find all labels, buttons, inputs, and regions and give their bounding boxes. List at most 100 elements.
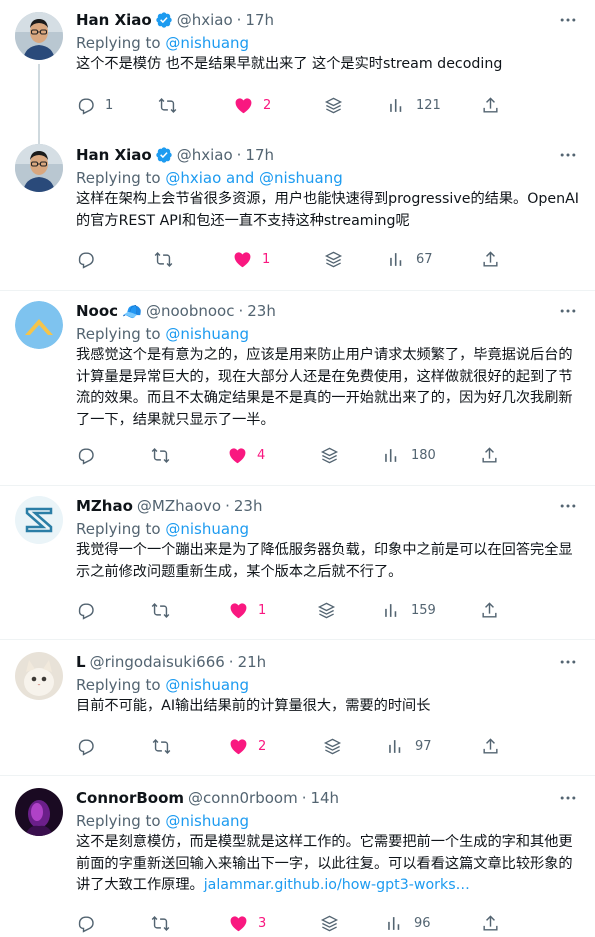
reply-icon (78, 738, 94, 756)
like-button[interactable]: 2 (229, 736, 266, 756)
like-button[interactable]: 1 (233, 249, 270, 269)
more-options-icon[interactable] (557, 10, 579, 30)
retweet-button[interactable] (152, 736, 181, 756)
timestamp[interactable]: 17h (245, 146, 274, 164)
handle[interactable]: @conn0rboom (188, 789, 298, 807)
retweet-button[interactable] (151, 445, 180, 465)
avatar[interactable] (15, 144, 63, 192)
tweet-text: 这样在架构上会节省很多资源，用户也能快速得到progressive的结果。Ope… (76, 191, 579, 229)
share-button[interactable] (481, 249, 500, 269)
handle[interactable]: @hxiao (177, 11, 233, 29)
like-count: 2 (263, 97, 272, 113)
like-button[interactable]: 2 (234, 95, 271, 115)
views-button[interactable]: 121 (387, 95, 441, 115)
like-button[interactable]: 1 (229, 600, 266, 620)
display-name[interactable]: MZhao (76, 497, 133, 515)
like-button[interactable]: 4 (228, 445, 265, 465)
like-count: 1 (262, 251, 271, 267)
views-button[interactable]: 97 (386, 736, 432, 756)
tweet[interactable]: MZhao @MZhaovo · 23h Replying to @nishua… (0, 486, 595, 639)
share-button[interactable] (480, 600, 499, 620)
replying-label: Replying to (76, 169, 161, 187)
timestamp[interactable]: 21h (238, 653, 267, 671)
display-name[interactable]: ConnorBoom (76, 789, 184, 807)
reply-button[interactable] (76, 600, 105, 620)
share-button[interactable] (481, 736, 500, 756)
avatar[interactable] (15, 652, 63, 700)
retweet-button[interactable] (154, 249, 183, 269)
reply-button[interactable] (76, 445, 105, 465)
cap-emoji-icon: 🧢 (122, 301, 142, 321)
action-bar: 2 97 (76, 736, 504, 756)
like-button[interactable]: 3 (229, 913, 266, 933)
tweet[interactable]: L @ringodaisuki666 · 21h Replying to @ni… (0, 640, 595, 775)
mention-link[interactable]: @nishuang (165, 520, 249, 538)
heart-filled-icon (230, 915, 247, 931)
layers-icon (320, 447, 339, 463)
timestamp[interactable]: 23h (234, 497, 263, 515)
display-name[interactable]: L (76, 653, 86, 671)
timestamp[interactable]: 17h (245, 11, 274, 29)
share-button[interactable] (481, 95, 500, 115)
display-name[interactable]: Nooc (76, 302, 118, 320)
share-button[interactable] (481, 913, 500, 933)
engagement-button[interactable] (323, 736, 342, 756)
heart-filled-icon (234, 251, 251, 267)
display-name[interactable]: Han Xiao (76, 11, 152, 29)
separator-dot: · (228, 653, 234, 671)
handle[interactable]: @hxiao (177, 146, 233, 164)
views-button[interactable]: 96 (385, 913, 431, 933)
engagement-button[interactable] (320, 445, 339, 465)
avatar[interactable] (15, 788, 63, 836)
views-chart-icon (388, 916, 400, 930)
views-button[interactable]: 159 (382, 600, 436, 620)
engagement-button[interactable] (324, 95, 343, 115)
mention-link[interactable]: @nishuang (165, 676, 249, 694)
display-name[interactable]: Han Xiao (76, 146, 152, 164)
handle[interactable]: @MZhaovo (137, 497, 221, 515)
tweet[interactable]: Han Xiao @hxiao · 17h Replying to @nishu… (0, 0, 595, 144)
share-icon (483, 250, 498, 267)
more-options-icon[interactable] (557, 301, 579, 321)
replying-label: Replying to (76, 812, 161, 830)
tweet[interactable]: ConnorBoom @conn0rboom · 14h Replying to… (0, 776, 595, 937)
layers-icon (323, 738, 342, 754)
reply-button[interactable] (76, 736, 105, 756)
reply-button[interactable] (76, 249, 105, 269)
retweet-button[interactable] (151, 913, 180, 933)
tweet[interactable]: Nooc 🧢 @noobnooc · 23h Replying to @nish… (0, 291, 595, 485)
like-count: 4 (257, 447, 266, 463)
mention-link[interactable]: @nishuang (165, 325, 249, 343)
avatar[interactable] (15, 12, 63, 60)
mention-link[interactable]: @nishuang (165, 34, 249, 52)
more-options-icon[interactable] (557, 788, 579, 808)
views-button[interactable]: 180 (382, 445, 436, 465)
like-count: 2 (258, 738, 267, 754)
avatar[interactable] (15, 496, 63, 544)
retweet-button[interactable] (151, 600, 180, 620)
reply-button[interactable]: 1 (76, 95, 113, 115)
timestamp[interactable]: 14h (310, 789, 339, 807)
avatar[interactable] (15, 301, 63, 349)
mention-link[interactable]: @hxiao and @nishuang (165, 169, 342, 187)
more-options-icon[interactable] (557, 496, 579, 516)
share-button[interactable] (480, 445, 499, 465)
views-button[interactable]: 67 (387, 249, 433, 269)
handle[interactable]: @noobnooc (146, 302, 235, 320)
engagement-button[interactable] (320, 913, 339, 933)
reply-button[interactable] (76, 913, 105, 933)
handle[interactable]: @ringodaisuki666 (90, 653, 225, 671)
engagement-button[interactable] (324, 249, 343, 269)
timestamp[interactable]: 23h (247, 302, 276, 320)
retweet-icon (151, 602, 170, 618)
article-link[interactable]: jalammar.github.io/how-gpt3-works… (204, 877, 470, 893)
engagement-button[interactable] (317, 600, 336, 620)
retweet-button[interactable] (158, 95, 187, 115)
view-count: 159 (411, 602, 436, 618)
mention-link[interactable]: @nishuang (165, 812, 249, 830)
more-options-icon[interactable] (557, 145, 579, 165)
action-bar: 3 96 (76, 913, 504, 933)
heart-filled-icon (230, 602, 247, 618)
more-options-icon[interactable] (557, 652, 579, 672)
tweet[interactable]: Han Xiao @hxiao · 17h Replying to @hxiao… (0, 142, 595, 290)
